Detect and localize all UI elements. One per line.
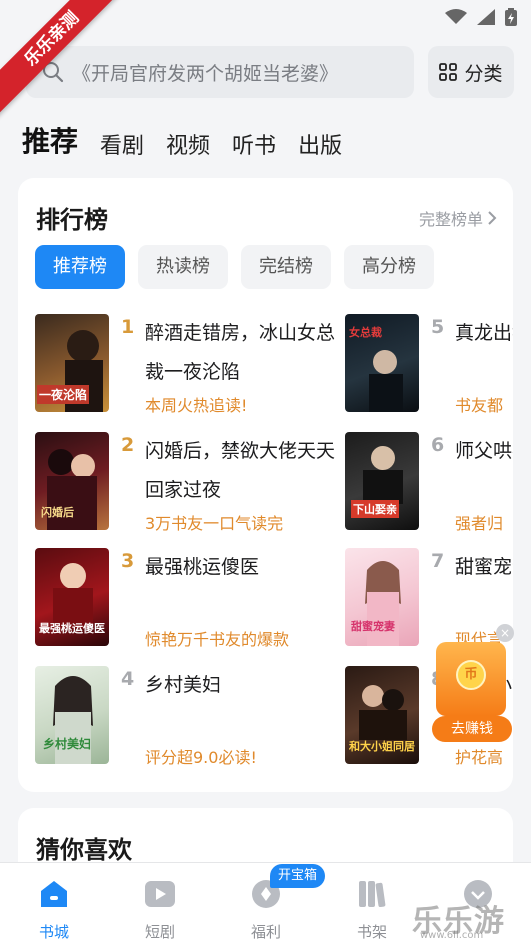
full-list-label: 完整榜单 [418,210,483,229]
nav-bookshelf[interactable]: 书架 [332,877,412,942]
tab-recommend[interactable]: 推荐 [22,120,78,160]
book-cover: 女总裁 [345,314,419,412]
cover-title: 和大小姐同居 [349,740,415,753]
house-icon [41,881,67,907]
tab-audiobook[interactable]: 听书 [232,128,276,160]
book-cover: 闪婚后 [35,432,109,530]
status-icons [445,8,517,26]
close-icon[interactable]: × [496,624,514,642]
book-cover: 最强桃运傻医 [35,548,109,646]
nav-label: 书架 [356,923,387,941]
book-title: 醉酒走错房，冰山女总裁一夜沦陷 [145,322,336,383]
search-placeholder: 《开局官府发两个胡姬当老婆》 [72,62,339,85]
nav-label: 福利 [250,923,281,941]
book-cover: 和大小姐同居 [345,666,419,764]
cover-title: 最强桃运傻医 [39,622,105,635]
book-subtitle: 评分超9.0必读! [145,748,257,767]
search-input[interactable]: 《开局官府发两个胡姬当老婆》 [26,46,414,98]
rank-number: 3 [121,550,135,572]
book-subtitle: 惊艳万千书友的爆款 [145,630,290,649]
wifi-icon [445,9,467,24]
nav-bookstore[interactable]: 书城 [14,877,94,942]
chip-top-rated[interactable]: 高分榜 [344,245,434,289]
battery-icon [505,8,517,26]
book-item-5[interactable]: 女总裁 5 真龙出狱，人物人女 书友都 [345,314,513,415]
nav-short-drama[interactable]: 短剧 [120,877,200,942]
book-item-6[interactable]: 下山娶亲 6 师父哄我下山娶亲，我 强者归 [345,432,513,533]
category-button[interactable]: 分类 [428,46,514,98]
ranking-title: 排行榜 [36,206,108,234]
treasure-badge: 开宝箱 [270,864,326,888]
nav-label: 短剧 [144,923,175,941]
book-title: 师父哄我下山娶亲，我 [455,440,513,462]
rank-number: 1 [121,316,135,338]
book-title: 闪婚后，禁欲大佬天天回家过夜 [145,440,336,501]
nav-label: 书城 [38,923,69,941]
chip-hot[interactable]: 热读榜 [138,245,228,289]
grid-icon [439,63,458,81]
cover-title: 女总裁 [349,326,382,339]
rank-number: 6 [431,434,445,456]
book-cover: 乡村美妇 [35,666,109,764]
book-subtitle: 本周火热追读! [145,396,248,415]
red-envelope-icon: 币 [436,642,506,716]
book-title: 真龙出狱，人物人女 [455,322,513,344]
book-subtitle: 强者归 [455,514,504,533]
cover-title: 闪婚后 [41,506,74,519]
book-subtitle: 书友都 [455,396,504,415]
book-title: 乡村美妇 [145,674,222,696]
book-item-1[interactable]: 一夜沦陷 1 醉酒走错房，冰山女总裁一夜沦陷 本周火热追读! [35,314,336,415]
rank-number: 5 [431,316,445,338]
play-icon [145,881,175,907]
rank-number: 2 [121,434,135,456]
watermark-url: www.6ll.com [420,930,484,941]
earn-money-label: 去赚钱 [432,716,512,742]
rank-number: 4 [121,668,135,690]
earn-money-widget[interactable]: × 币 去赚钱 [432,624,514,744]
ranking-chips: 推荐榜 热读榜 完结榜 高分榜 [35,245,434,289]
chevron-right-icon [488,211,497,225]
category-label: 分类 [464,62,503,85]
book-item-3[interactable]: 最强桃运傻医 3 最强桃运傻医 惊艳万千书友的爆款 [35,548,335,649]
book-title: 最强桃运傻医 [145,556,260,578]
book-cover: 下山娶亲 [345,432,419,530]
book-cover: 一夜沦陷 [35,314,109,412]
search-row: 《开局官府发两个胡姬当老婆》 分类 [0,46,531,102]
tab-drama[interactable]: 看剧 [100,128,144,160]
book-item-2[interactable]: 闪婚后 2 闪婚后，禁欲大佬天天回家过夜 3万书友一口气读完 [35,432,336,533]
tab-video[interactable]: 视频 [166,128,210,160]
book-subtitle: 3万书友一口气读完 [145,514,284,533]
cover-title: 甜蜜宠妻 [351,620,395,633]
book-title: 甜蜜宠妻超甜 [455,556,513,578]
coin-icon: 币 [456,660,486,690]
cover-title: 一夜沦陷 [37,385,90,404]
top-tabs: 推荐 看剧 视频 听书 出版 [22,116,342,160]
cover-title: 乡村美妇 [43,737,92,751]
book-subtitle: 护花高 [455,748,504,767]
tab-publishing[interactable]: 出版 [298,128,342,160]
signal-icon [477,9,495,25]
bookshelf-icon [359,881,386,908]
cover-title: 下山娶亲 [351,500,399,518]
book-cover: 甜蜜宠妻 [345,548,419,646]
book-item-4[interactable]: 乡村美妇 4 乡村美妇 评分超9.0必读! [35,666,335,767]
chip-recommend[interactable]: 推荐榜 [35,245,125,289]
guess-title: 猜你喜欢 [36,836,132,864]
chip-completed[interactable]: 完结榜 [241,245,331,289]
full-list-link[interactable]: 完整榜单 [419,206,497,230]
rank-number: 7 [431,550,445,572]
